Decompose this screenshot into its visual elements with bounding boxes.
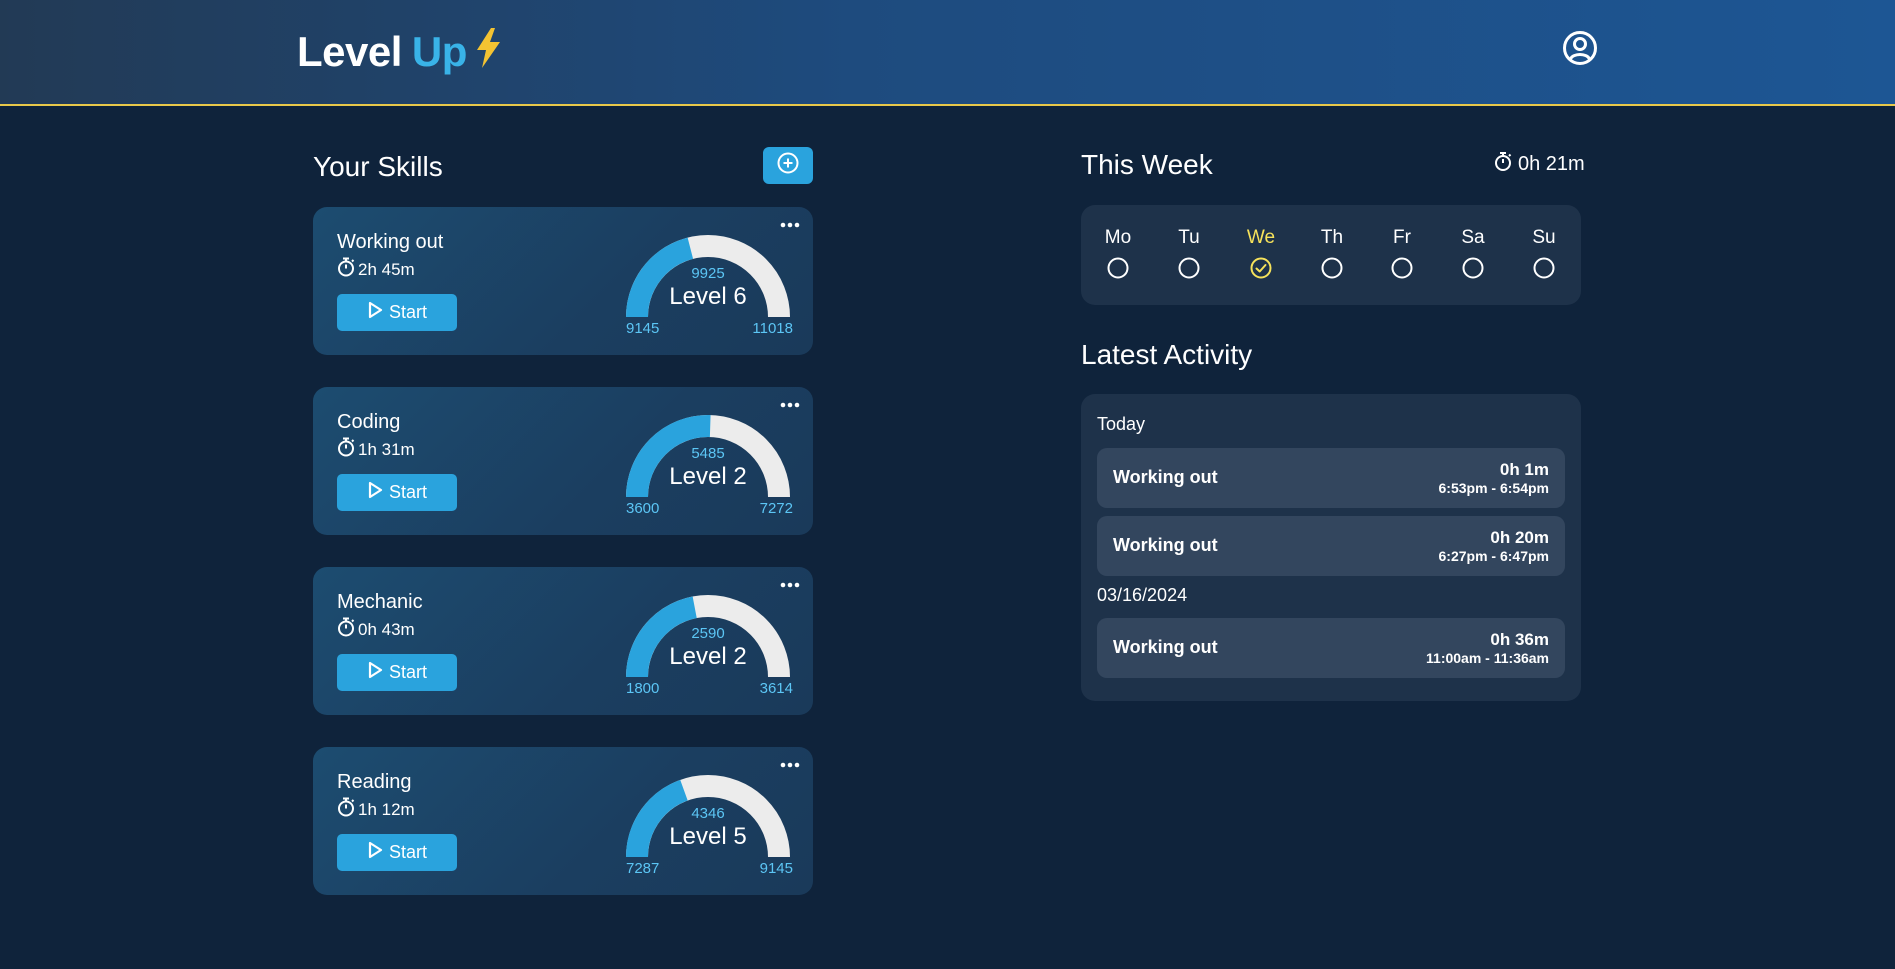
day-mo[interactable]: Mo	[1093, 227, 1143, 279]
stopwatch-icon	[337, 797, 355, 822]
start-button[interactable]: Start	[337, 654, 457, 691]
gauge-current-xp: 9925	[691, 265, 725, 282]
day-we[interactable]: We	[1236, 227, 1286, 279]
activity-panel: Today Working out 0h 1m 6:53pm - 6:54pm …	[1081, 394, 1581, 701]
activity-section-title: Latest Activity	[1081, 339, 1253, 370]
user-circle-icon[interactable]	[1562, 30, 1598, 66]
gauge-min-xp: 7287	[626, 860, 660, 877]
day-check-circle-icon	[1250, 257, 1272, 279]
start-button-label: Start	[388, 662, 427, 682]
day-empty-circle-icon	[1107, 257, 1129, 279]
activity-group-label: Today	[1097, 414, 1146, 434]
activity-name: Working out	[1113, 467, 1218, 487]
gauge-level: Level 5	[669, 823, 747, 850]
lightning-bolt-icon	[473, 28, 503, 78]
day-label: Fr	[1393, 227, 1411, 248]
day-fr[interactable]: Fr	[1377, 227, 1427, 279]
play-icon	[367, 841, 383, 864]
activity-time-range: 6:53pm - 6:54pm	[1438, 480, 1549, 496]
activity-duration: 0h 20m	[1490, 528, 1549, 547]
day-empty-circle-icon	[1391, 257, 1413, 279]
gauge-level: Level 2	[669, 643, 747, 670]
day-th[interactable]: Th	[1307, 227, 1357, 279]
skill-time-value: 0h 43m	[358, 619, 415, 639]
activity-row[interactable]: Working out 0h 1m 6:53pm - 6:54pm	[1097, 448, 1565, 508]
play-icon	[367, 481, 383, 504]
gauge-current-xp: 4346	[691, 805, 725, 822]
week-section-title: This Week	[1081, 149, 1213, 180]
gauge-max-xp: 7272	[759, 500, 793, 517]
logo-word-level: Level	[297, 28, 402, 75]
activity-name: Working out	[1113, 535, 1218, 555]
activity-row[interactable]: Working out 0h 36m 11:00am - 11:36am	[1097, 618, 1565, 678]
skill-time: 2h 45m	[337, 257, 415, 282]
play-icon	[367, 301, 383, 324]
skills-section-title: Your Skills	[313, 151, 443, 182]
gauge-level: Level 2	[669, 463, 747, 490]
week-total-time: 0h 21m	[1494, 151, 1585, 178]
stopwatch-icon	[337, 617, 355, 642]
day-label: Mo	[1104, 227, 1132, 248]
day-label: We	[1246, 227, 1276, 248]
stopwatch-icon	[337, 437, 355, 462]
activity-row[interactable]: Working out 0h 20m 6:27pm - 6:47pm	[1097, 516, 1565, 576]
day-empty-circle-icon	[1462, 257, 1484, 279]
start-button-label: Start	[388, 842, 427, 862]
skill-name: Mechanic	[337, 591, 423, 613]
gauge-current-xp: 5485	[691, 445, 725, 462]
skill-time-value: 1h 12m	[358, 799, 415, 819]
skill-name: Reading	[337, 771, 412, 793]
gauge-max-xp: 11018	[752, 320, 793, 337]
day-label: Su	[1532, 227, 1556, 248]
gauge-current-xp: 2590	[691, 625, 725, 642]
start-button[interactable]: Start	[337, 294, 457, 331]
skill-time-value: 1h 31m	[358, 439, 415, 459]
top-header: Level Up	[0, 0, 1895, 106]
start-button-label: Start	[388, 482, 427, 502]
gauge-level: Level 6	[669, 283, 747, 310]
skill-name: Coding	[337, 411, 401, 433]
app-logo[interactable]: Level Up	[297, 26, 503, 78]
start-button-label: Start	[388, 302, 427, 322]
gauge-min-xp: 9145	[626, 320, 660, 337]
skill-name: Working out	[337, 231, 444, 253]
day-tu[interactable]: Tu	[1164, 227, 1214, 279]
plus-circle-icon	[776, 151, 800, 180]
skill-card: Working out 2h 45m Start 9925 Level 6 91…	[313, 207, 813, 355]
gauge-max-xp: 9145	[759, 860, 793, 877]
skill-time: 1h 31m	[337, 437, 415, 462]
week-days-panel: Mo Tu We Th Fr Sa Su	[1081, 205, 1581, 305]
play-icon	[367, 661, 383, 684]
day-su[interactable]: Su	[1519, 227, 1569, 279]
skill-card: Mechanic 0h 43m Start 2590 Level 2 1800 …	[313, 567, 813, 715]
day-label: Tu	[1178, 227, 1200, 248]
gauge-max-xp: 3614	[759, 680, 793, 697]
add-skill-button[interactable]	[763, 147, 813, 184]
activity-duration: 0h 36m	[1490, 630, 1549, 649]
week-total-time-value: 0h 21m	[1518, 153, 1585, 175]
stopwatch-icon	[1494, 151, 1512, 178]
skill-card: Reading 1h 12m Start 4346 Level 5 7287 9…	[313, 747, 813, 895]
activity-name: Working out	[1113, 637, 1218, 657]
day-empty-circle-icon	[1178, 257, 1200, 279]
day-empty-circle-icon	[1321, 257, 1343, 279]
start-button[interactable]: Start	[337, 834, 457, 871]
skill-card: Coding 1h 31m Start 5485 Level 2 3600 72…	[313, 387, 813, 535]
activity-time-range: 11:00am - 11:36am	[1426, 650, 1549, 666]
gauge-min-xp: 1800	[626, 680, 660, 697]
stopwatch-icon	[337, 257, 355, 282]
start-button[interactable]: Start	[337, 474, 457, 511]
skill-time-value: 2h 45m	[358, 259, 415, 279]
day-sa[interactable]: Sa	[1448, 227, 1498, 279]
activity-time-range: 6:27pm - 6:47pm	[1438, 548, 1549, 564]
activity-duration: 0h 1m	[1499, 460, 1549, 479]
skill-time: 0h 43m	[337, 617, 415, 642]
day-empty-circle-icon	[1533, 257, 1555, 279]
gauge-min-xp: 3600	[626, 500, 660, 517]
skill-time: 1h 12m	[337, 797, 415, 822]
day-label: Th	[1320, 227, 1344, 248]
activity-group-label: 03/16/2024	[1097, 585, 1188, 605]
day-label: Sa	[1461, 227, 1485, 248]
logo-word-up: Up	[411, 28, 468, 75]
